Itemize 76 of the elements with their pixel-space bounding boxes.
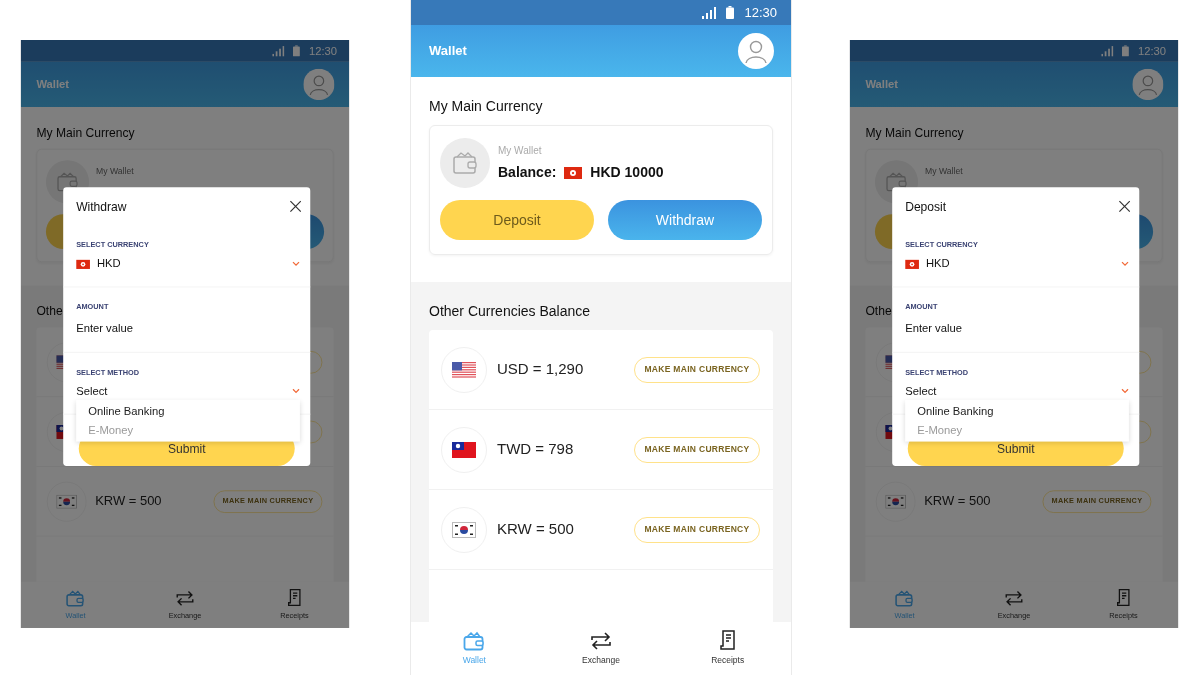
signal-icon	[272, 45, 285, 57]
flag-icon	[452, 441, 476, 458]
app-title: Wallet	[865, 76, 899, 93]
app-title: Wallet	[36, 76, 70, 93]
flag-icon	[452, 361, 476, 378]
wallet-label: My Wallet	[925, 164, 963, 178]
dialog-title: Deposit	[905, 198, 947, 216]
chevron-down-icon	[1121, 388, 1129, 394]
app-title: Wallet	[429, 42, 467, 61]
nav-tab[interactable]: Receipts	[664, 622, 791, 675]
dialog-title: Withdraw	[76, 198, 127, 215]
chevron-down-icon	[292, 388, 300, 394]
signal-icon	[702, 6, 717, 19]
flag-icon	[76, 259, 90, 269]
avatar-button[interactable]	[303, 68, 335, 101]
section-title: Other Currencies Balance	[429, 302, 591, 320]
receipt-icon	[1114, 588, 1133, 608]
flag-icon	[564, 166, 583, 179]
flag-icon	[56, 494, 77, 509]
battery-icon	[293, 45, 301, 57]
wallet-icon	[463, 630, 486, 651]
status-time: 12:30	[744, 3, 777, 22]
chevron-down-icon	[292, 261, 300, 267]
avatar-button[interactable]	[738, 33, 774, 69]
receipt-icon	[717, 630, 738, 652]
dropdown-option[interactable]: Online Banking	[76, 402, 300, 421]
currency-balance: KRW = 500	[95, 492, 163, 510]
wallet-icon	[66, 589, 86, 607]
section-title: Othe	[865, 303, 892, 319]
avatar-button[interactable]	[1132, 68, 1164, 101]
section-title: My Main Currency	[429, 97, 543, 115]
status-time: 12:30	[1137, 43, 1167, 60]
select-value: HKD	[96, 256, 122, 273]
make-main-currency-button[interactable]: MAKE MAIN CURRENCY	[634, 516, 760, 543]
wallet-label: My Wallet	[96, 164, 134, 178]
exchange-icon	[1004, 589, 1024, 607]
section-title: My Main Currency	[36, 124, 135, 141]
select-value: Select	[76, 383, 109, 400]
deposit-button[interactable]: Deposit	[440, 200, 594, 240]
balance-amount: HKD 10000	[590, 163, 664, 182]
signal-icon	[1101, 45, 1114, 57]
close-icon	[289, 200, 302, 213]
section-title: My Main Currency	[865, 124, 964, 141]
wallet-icon	[452, 151, 478, 175]
currency-balance: KRW = 500	[924, 492, 992, 510]
close-button[interactable]	[289, 200, 302, 213]
status-time: 12:30	[308, 43, 338, 60]
wallet-label: My Wallet	[498, 143, 543, 158]
wallet-icon	[895, 589, 915, 607]
flag-icon	[885, 494, 906, 509]
user-avatar-icon	[738, 33, 774, 69]
make-main-currency-button[interactable]: MAKE MAIN CURRENCY	[634, 356, 760, 383]
nav-tab[interactable]: Exchange	[537, 622, 665, 675]
user-avatar-icon	[1132, 68, 1164, 101]
receipt-icon	[285, 588, 304, 608]
close-icon	[1118, 200, 1131, 213]
flag-icon	[452, 521, 476, 538]
flag-icon	[905, 259, 919, 269]
battery-icon	[726, 6, 735, 19]
select-value: Select	[905, 383, 938, 400]
user-avatar-icon	[303, 68, 335, 101]
currency-balance: TWD = 798	[497, 439, 575, 460]
make-main-currency-button[interactable]: MAKE MAIN CURRENCY	[634, 436, 760, 463]
currency-balance: USD = 1,290	[497, 359, 585, 380]
battery-icon	[1122, 45, 1130, 57]
exchange-icon	[590, 630, 612, 651]
close-button[interactable]	[1118, 200, 1131, 213]
dropdown-option[interactable]: Online Banking	[905, 402, 1129, 421]
section-title: Othe	[36, 303, 63, 319]
select-field[interactable]: HKD	[76, 255, 300, 273]
currency-balance: KRW = 500	[497, 519, 575, 540]
exchange-icon	[175, 589, 195, 607]
select-value: HKD	[925, 256, 951, 273]
chevron-down-icon	[1121, 261, 1129, 267]
balance-label: Balance:	[498, 163, 557, 182]
select-field[interactable]: HKD	[905, 255, 1129, 273]
